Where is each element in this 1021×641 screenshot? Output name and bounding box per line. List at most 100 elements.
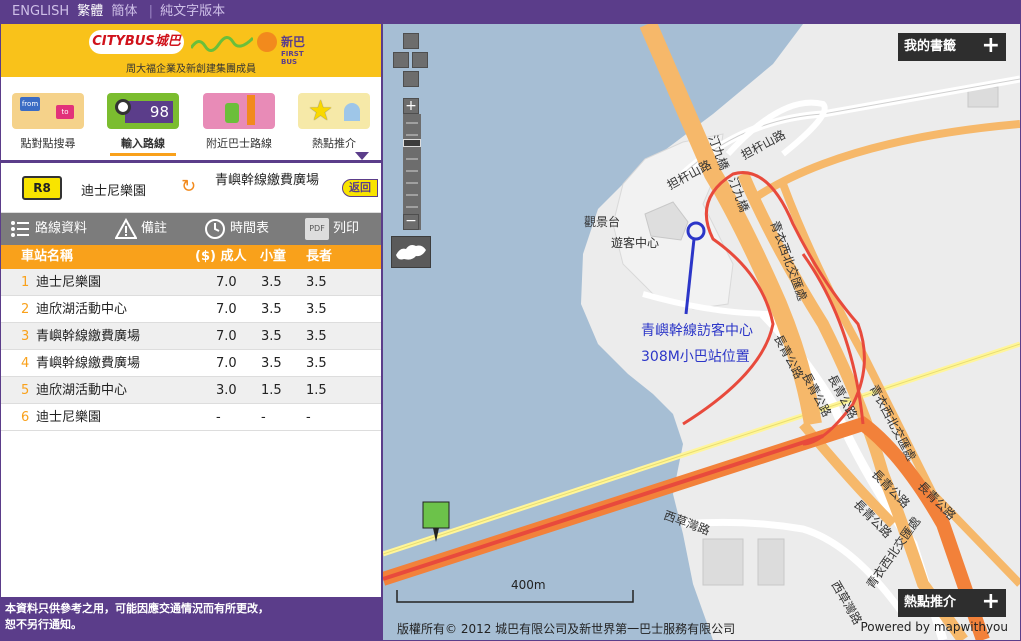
col-stop-name: 車站名稱 [21,249,74,264]
stop-seq: 3 [21,329,30,344]
zoom-out-button[interactable]: − [403,214,419,230]
route-destination: 青嶼幹線繳費廣場 [214,173,319,188]
hotspots-label: 熱點推介 [904,595,957,610]
fare-senior: 3.5 [306,302,327,317]
tab-hotspots[interactable]: ★ 熱點推介 [289,93,379,157]
timetable-button[interactable]: 時間表 [204,213,269,245]
map-label: 遊客中心 [611,236,660,250]
stop-name[interactable]: 青嶼幹線繳費廣場 [36,323,140,350]
hotspots-button[interactable]: 熱點推介 + [898,589,1006,617]
disclaimer-footer: 本資料只供參考之用，可能因應交通情況而有所更改， 恕不另行通知。 [1,597,381,640]
tab-label: 輸入路線 [121,137,165,150]
fare-senior: - [306,410,311,425]
route-origin: 迪士尼樂園 [81,184,147,199]
text-only-link[interactable]: 純文字版本 [160,4,225,19]
brand-tagline: 周大福企業及新創建集團成員 [126,64,256,75]
lang-traditional-link[interactable]: 繁體 [77,4,103,19]
table-row[interactable]: 5 迪欣湖活動中心 3.0 1.5 1.5 [1,377,381,404]
table-row[interactable]: 4 青嶼幹線繳費廣場 7.0 3.5 3.5 [1,350,381,377]
table-row[interactable]: 1 迪士尼樂園 7.0 3.5 3.5 [1,269,381,296]
notes-button[interactable]: 備註 [115,213,167,245]
tabs-pointer-icon [355,152,369,160]
route-info-button[interactable]: 路線資料 [9,213,87,245]
pan-up-button[interactable] [403,33,419,49]
fare-child: 1.5 [261,383,282,398]
route-info-label: 路線資料 [35,221,88,236]
route-map[interactable]: + − 我的書籤 + 熱點推介 + 青嶼幹線訪客中心 308M小巴站位置 担杆山路 … [383,24,1020,640]
citybus-logo[interactable]: CITYBUS城巴 [89,30,184,54]
stop-name[interactable]: 迪士尼樂園 [36,269,101,296]
fare-adult: 7.0 [216,356,237,371]
fare-child: - [261,410,266,425]
lang-simplified-link[interactable]: 簡体 [111,4,137,19]
zoom-in-button[interactable]: + [403,98,419,114]
fare-child: 3.5 [261,275,282,290]
fare-child: 3.5 [261,329,282,344]
stop-seq: 6 [21,410,30,425]
hong-kong-overview-button[interactable] [391,236,431,268]
stop-seq: 5 [21,383,30,398]
lang-english-link[interactable]: ENGLISH [12,4,69,19]
route-header: R8 迪士尼樂園 ↻ 青嶼幹線繳費廣場 返回 [1,163,381,213]
fare-child: 3.5 [261,302,282,317]
my-bookmarks-button[interactable]: 我的書籤 + [898,33,1006,61]
tab-enter-route[interactable]: 98 輸入路線 [98,93,188,157]
fare-adult: 3.0 [216,383,237,398]
map-annotation-line2: 308M小巴站位置 [641,349,750,365]
hotspot-icon: ★ [298,93,370,129]
table-row[interactable]: 2 迪欣湖活動中心 7.0 3.5 3.5 [1,296,381,323]
route-toolbar: 路線資料 備註 時間表 PDF 列印 [1,213,381,245]
route-number-badge: R8 [22,176,62,200]
lang-separator: | [148,4,153,19]
swap-direction-icon[interactable]: ↻ [181,176,196,197]
firstbus-wave-icon [191,36,253,52]
my-bookmarks-label: 我的書籤 [904,39,957,54]
language-bar: ENGLISH 繁體 簡体 | 純文字版本 [0,0,1021,24]
fare-senior: 1.5 [306,383,327,398]
notes-label: 備註 [141,221,168,236]
tab-selected-underline [110,153,176,156]
stop-name[interactable]: 迪士尼樂園 [36,404,101,431]
table-row[interactable]: 6 迪士尼樂園 - - - [1,404,381,431]
scale-label: 400m [511,578,546,592]
powered-by-link[interactable]: Powered by mapwithyou [860,620,1008,634]
clock-icon [205,218,225,239]
col-senior: 長者 [306,249,333,264]
map-copyright: 版權所有© 2012 城巴有限公司及新世界第一巴士服務有限公司 [397,622,736,636]
stop-name[interactable]: 迪欣湖活動中心 [36,377,127,404]
route-number-icon-text: 98 [125,101,173,123]
left-panel: CITYBUS城巴 新巴 FIRST BUS 周大福企業及新創建集團成員 from… [1,24,381,640]
bus-stop-icon [203,93,275,129]
main-tabs: from to 點對點搜尋 98 輸入路線 附近巴士路線 ★ 熱點推介 [1,77,381,163]
fare-adult: 7.0 [216,329,237,344]
tab-label: 點對點搜尋 [20,137,76,150]
tab-label: 熱點推介 [312,137,356,150]
list-icon [11,220,29,237]
hong-kong-map-icon [396,245,426,260]
tab-point-to-point[interactable]: from to 點對點搜尋 [3,93,93,157]
fare-senior: 3.5 [306,356,327,371]
table-row[interactable]: 3 青嶼幹線繳費廣場 7.0 3.5 3.5 [1,323,381,350]
stop-name[interactable]: 迪欣湖活動中心 [36,296,127,323]
fare-table-body: 1 迪士尼樂園 7.0 3.5 3.5 2 迪欣湖活動中心 7.0 3.5 3.… [1,269,381,431]
search-route-icon: 98 [107,93,179,129]
fare-senior: 3.5 [306,329,327,344]
col-adult: ($) 成人 [195,249,247,264]
pan-right-button[interactable] [412,52,428,68]
stop-seq: 1 [21,275,30,290]
pan-left-button[interactable] [393,52,409,68]
firstbus-name: 新巴 [281,35,306,49]
firstbus-logo[interactable]: 新巴 FIRST BUS [191,30,311,66]
pan-down-button[interactable] [403,71,419,87]
stop-name[interactable]: 青嶼幹線繳費廣場 [36,350,140,377]
timetable-label: 時間表 [230,221,270,236]
print-button[interactable]: PDF 列印 [305,213,359,245]
fare-adult: - [216,410,221,425]
zoom-handle[interactable] [403,139,421,147]
map-label: 觀景台 [584,215,621,229]
tab-nearby-routes[interactable]: 附近巴士路線 [194,93,284,157]
back-button[interactable]: 返回 [342,179,378,197]
warning-icon [115,217,137,239]
firstbus-circle-icon [257,32,277,52]
from-to-icon: from to [12,93,84,129]
